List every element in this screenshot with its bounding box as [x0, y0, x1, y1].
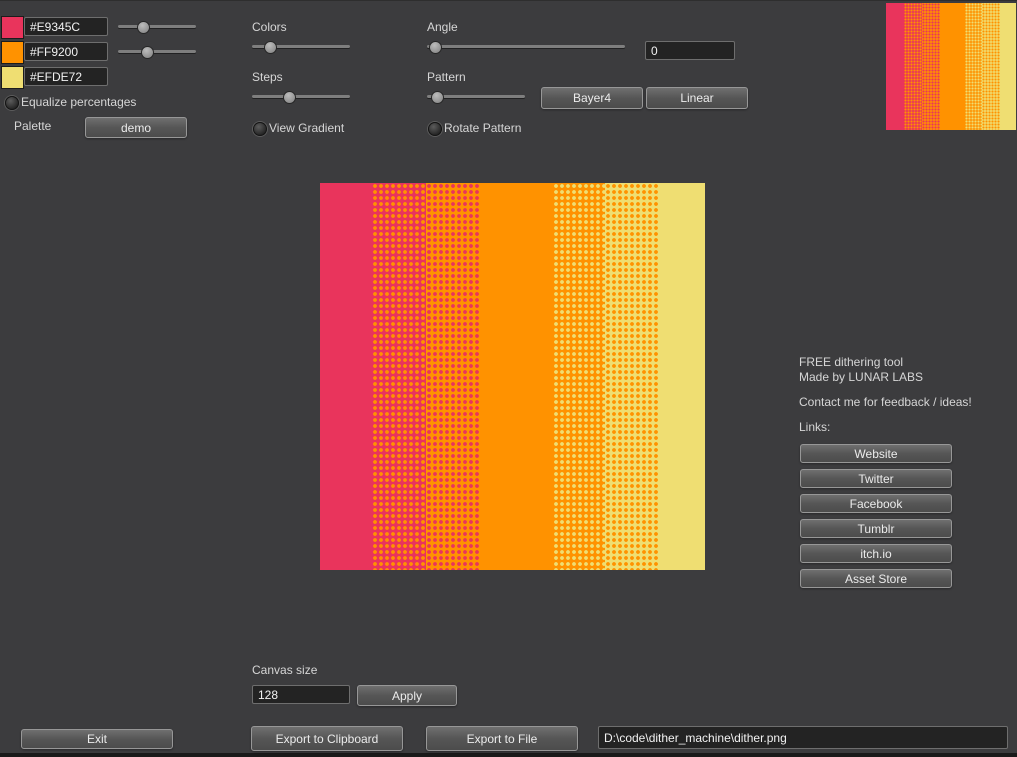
gradient-preview	[886, 3, 1016, 130]
colors-label: Colors	[252, 20, 287, 34]
dither-band	[425, 183, 480, 570]
color-hex-input-3[interactable]	[24, 67, 108, 86]
color-hex-input-2[interactable]	[24, 42, 108, 61]
dither-band	[320, 183, 372, 570]
export-file-button[interactable]: Export to File	[426, 726, 578, 751]
dither-band	[921, 3, 940, 130]
link-button-tumblr[interactable]: Tumblr	[800, 519, 952, 538]
bayer4-button[interactable]: Bayer4	[541, 87, 643, 109]
canvas-size-label: Canvas size	[252, 663, 318, 677]
dither-band	[552, 183, 605, 570]
dither-output-canvas[interactable]	[320, 183, 705, 570]
apply-button[interactable]: Apply	[357, 685, 457, 706]
slider-handle[interactable]	[283, 91, 297, 104]
dither-band	[658, 183, 705, 570]
dither-band	[982, 3, 1001, 130]
view-gradient-label: View Gradient	[269, 121, 345, 135]
dither-band	[604, 183, 659, 570]
dither-band	[371, 183, 426, 570]
slider-handle[interactable]	[136, 21, 150, 34]
steps-slider[interactable]	[252, 90, 350, 104]
link-button-website[interactable]: Website	[800, 444, 952, 463]
slider-track	[118, 25, 196, 28]
dither-band	[886, 3, 904, 130]
rotate-pattern-label: Rotate Pattern	[444, 121, 522, 135]
export-clipboard-button[interactable]: Export to Clipboard	[251, 726, 403, 751]
dither-band	[903, 3, 922, 130]
link-button-facebook[interactable]: Facebook	[800, 494, 952, 513]
color-swatch-1[interactable]	[1, 16, 24, 39]
links-label: Links:	[799, 420, 831, 434]
slider-handle[interactable]	[428, 41, 442, 54]
export-path-input[interactable]	[598, 726, 1008, 749]
link-button-itchio[interactable]: itch.io	[800, 544, 952, 563]
info-line-2: Made by LUNAR LABS	[799, 370, 924, 384]
slider-track	[118, 50, 196, 53]
dither-band	[479, 183, 553, 570]
pattern-label: Pattern	[427, 70, 466, 84]
palette-label: Palette	[14, 119, 52, 133]
slider-handle[interactable]	[140, 46, 154, 59]
palette-demo-button[interactable]: demo	[85, 117, 187, 138]
steps-label: Steps	[252, 70, 283, 84]
color-swatch-3[interactable]	[1, 66, 24, 89]
link-button-twitter[interactable]: Twitter	[800, 469, 952, 488]
exit-button[interactable]: Exit	[21, 729, 173, 749]
dither-band	[964, 3, 983, 130]
slider-track	[252, 95, 350, 98]
color-swatch-2[interactable]	[1, 41, 24, 64]
angle-label: Angle	[427, 20, 458, 34]
angle-slider[interactable]	[427, 40, 625, 54]
pattern-slider[interactable]	[427, 90, 525, 104]
equalize-percentages-toggle[interactable]	[5, 96, 19, 110]
angle-value-input[interactable]	[645, 41, 735, 60]
link-button-asset-store[interactable]: Asset Store	[800, 569, 952, 588]
slider-handle[interactable]	[263, 41, 277, 54]
linear-button[interactable]: Linear	[646, 87, 748, 109]
dither-band	[1000, 3, 1016, 130]
dither-machine-window: Equalize percentages Palette demo Colors…	[0, 0, 1017, 757]
color-hex-input-1[interactable]	[24, 17, 108, 36]
slider-handle[interactable]	[430, 91, 444, 104]
colors-slider[interactable]	[252, 40, 350, 54]
rotate-pattern-toggle[interactable]	[428, 122, 442, 136]
canvas-size-input[interactable]	[252, 685, 350, 704]
equalize-percentages-label: Equalize percentages	[21, 95, 137, 109]
slider-track	[427, 45, 625, 48]
info-line-1: FREE dithering tool	[799, 355, 904, 369]
info-contact: Contact me for feedback / ideas!	[799, 395, 972, 409]
color-weight-slider-2[interactable]	[118, 45, 196, 59]
view-gradient-toggle[interactable]	[253, 122, 267, 136]
dither-band	[939, 3, 965, 130]
color-weight-slider-1[interactable]	[118, 20, 196, 34]
